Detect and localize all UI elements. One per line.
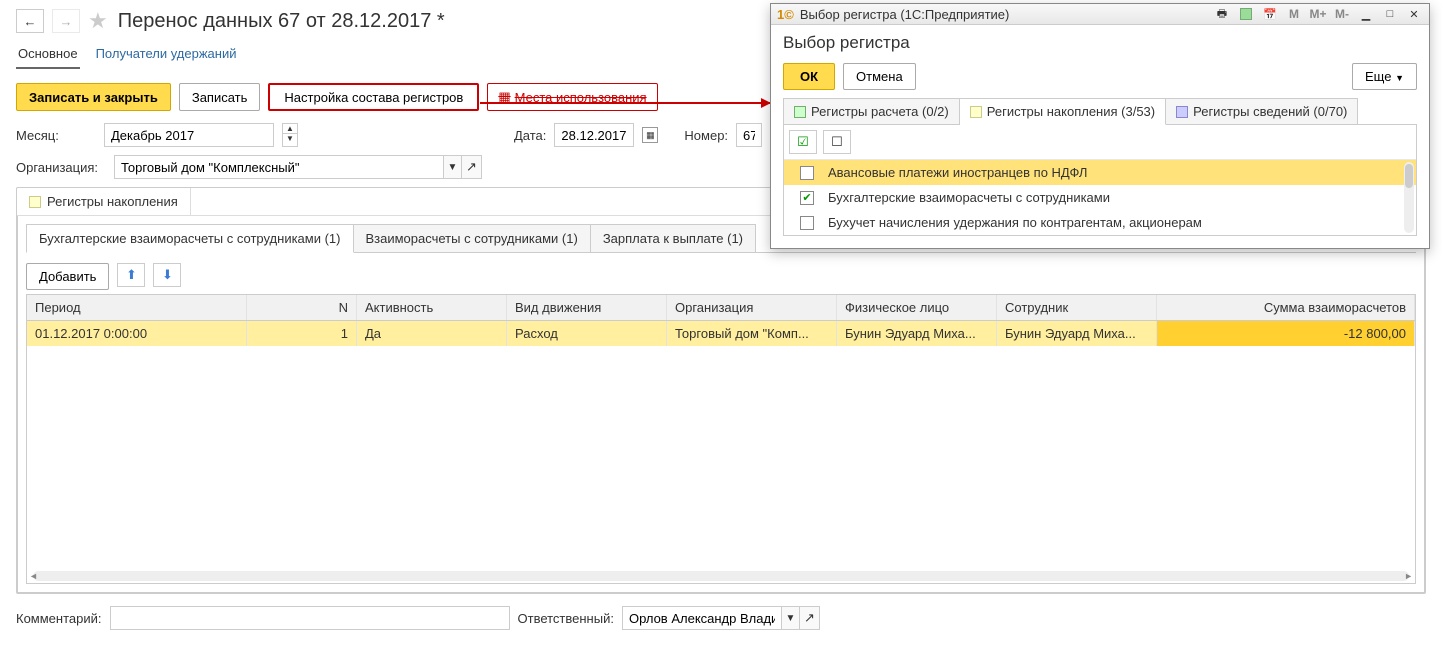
checkbox-icon[interactable] [800, 216, 814, 230]
checkbox-icon[interactable] [800, 166, 814, 180]
accum-reg-icon [970, 106, 982, 118]
date-label: Дата: [514, 128, 546, 143]
nav-tab-main[interactable]: Основное [16, 44, 80, 69]
dialog-title: Выбор регистра [783, 33, 1417, 53]
subtab-0[interactable]: Бухгалтерские взаиморасчеты с сотрудника… [26, 224, 354, 253]
register-tab[interactable]: Регистры накопления [17, 188, 191, 215]
col-person[interactable]: Физическое лицо [837, 295, 997, 320]
col-activity[interactable]: Активность [357, 295, 507, 320]
calendar-toolbar-icon[interactable]: 📅 [1261, 6, 1279, 22]
uncheck-all-button[interactable]: ☐ [823, 130, 851, 154]
month-spinner[interactable]: ▲▼ [282, 123, 298, 147]
vertical-scrollbar[interactable] [1404, 162, 1414, 233]
col-period[interactable]: Период [27, 295, 247, 320]
responsible-dropdown-icon[interactable]: ▼ [782, 606, 800, 630]
close-button[interactable]: ✕ [1405, 6, 1423, 22]
comment-field[interactable] [110, 606, 510, 630]
horizontal-scrollbar[interactable] [33, 571, 1409, 581]
cancel-button[interactable]: Отмена [843, 63, 916, 90]
col-n[interactable]: N [247, 295, 357, 320]
col-movement[interactable]: Вид движения [507, 295, 667, 320]
number-label: Номер: [684, 128, 728, 143]
org-field[interactable] [114, 155, 444, 179]
org-dropdown-icon[interactable]: ▼ [444, 155, 462, 179]
move-down-button[interactable]: ⬇ [153, 263, 181, 287]
page-title: Перенос данных 67 от 28.12.2017 * [118, 10, 445, 33]
register-item-2[interactable]: Бухучет начисления удержания по контраге… [784, 210, 1416, 235]
col-sum[interactable]: Сумма взаиморасчетов [1157, 295, 1415, 320]
more-button[interactable]: Еще ▼ [1352, 63, 1417, 90]
comment-label: Комментарий: [16, 611, 102, 626]
favorite-star-icon[interactable]: ★ [88, 8, 108, 34]
org-open-icon[interactable]: ↗ [462, 155, 482, 179]
add-row-button[interactable]: Добавить [26, 263, 109, 290]
calc-mminus-button[interactable]: M- [1333, 6, 1351, 22]
calc-m-button[interactable]: M [1285, 6, 1303, 22]
subtab-2[interactable]: Зарплата к выплате (1) [591, 224, 756, 253]
annotation-arrow [480, 102, 770, 104]
calendar-icon[interactable]: ▦ [642, 127, 658, 143]
responsible-field[interactable] [622, 606, 782, 630]
ok-button[interactable]: ОК [783, 63, 835, 90]
date-field[interactable] [554, 123, 634, 147]
save-button[interactable]: Записать [179, 83, 261, 111]
register-item-1[interactable]: ✔ Бухгалтерские взаиморасчеты с сотрудни… [784, 185, 1416, 210]
register-tab-icon [29, 196, 41, 208]
register-select-dialog: 1© Выбор регистра (1С:Предприятие) 🖶 📅 M… [770, 3, 1430, 249]
nav-back-button[interactable]: ← [16, 9, 44, 33]
table-row[interactable]: 01.12.2017 0:00:00 1 Да Расход Торговый … [27, 321, 1415, 346]
calc-mplus-button[interactable]: M+ [1309, 6, 1327, 22]
nav-tab-recipients[interactable]: Получатели удержаний [94, 44, 239, 69]
minimize-button[interactable]: ▁ [1357, 6, 1375, 22]
maximize-button[interactable]: □ [1381, 6, 1399, 22]
data-grid[interactable]: Период N Активность Вид движения Организ… [26, 294, 1416, 584]
org-label: Организация: [16, 160, 106, 175]
move-up-button[interactable]: ⬆ [117, 263, 145, 287]
responsible-open-icon[interactable]: ↗ [800, 606, 820, 630]
subtab-1[interactable]: Взаиморасчеты с сотрудниками (1) [354, 224, 591, 253]
dlg-tab-info[interactable]: Регистры сведений (0/70) [1166, 98, 1358, 125]
configure-registers-button[interactable]: Настройка состава регистров [268, 83, 479, 111]
month-field[interactable] [104, 123, 274, 147]
number-field[interactable] [736, 123, 762, 147]
app-logo-icon: 1© [777, 7, 794, 22]
col-org[interactable]: Организация [667, 295, 837, 320]
month-label: Месяц: [16, 128, 96, 143]
register-item-0[interactable]: Авансовые платежи иностранцев по НДФЛ [784, 160, 1416, 185]
dlg-tab-calc[interactable]: Регистры расчета (0/2) [783, 98, 960, 125]
save-close-button[interactable]: Записать и закрыть [16, 83, 171, 111]
check-all-button[interactable]: ☑ [789, 130, 817, 154]
print-icon[interactable]: 🖶 [1213, 6, 1231, 22]
usage-locations-button[interactable]: ▦Места использования [487, 83, 657, 111]
nav-forward-button[interactable]: → [52, 9, 80, 33]
dialog-window-title: Выбор регистра (1С:Предприятие) [800, 7, 1010, 22]
calc-reg-icon [794, 106, 806, 118]
dlg-tab-accum[interactable]: Регистры накопления (3/53) [960, 98, 1166, 125]
table-green-icon[interactable] [1237, 6, 1255, 22]
info-reg-icon [1176, 106, 1188, 118]
col-employee[interactable]: Сотрудник [997, 295, 1157, 320]
checkbox-icon[interactable]: ✔ [800, 191, 814, 205]
responsible-label: Ответственный: [518, 611, 614, 626]
